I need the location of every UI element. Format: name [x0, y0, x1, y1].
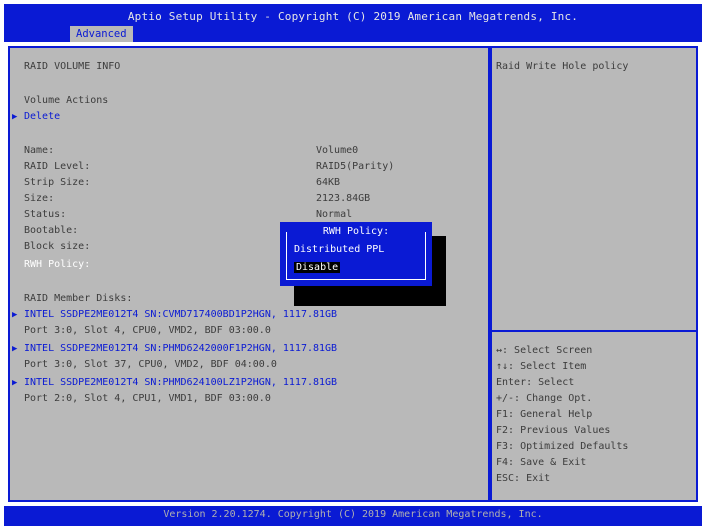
field-label-status: Status:: [24, 209, 67, 220]
key-hint: +/-: Change Opt.: [496, 393, 593, 404]
key-hint: ↑↓: Select Item: [496, 361, 587, 372]
title-bar: Aptio Setup Utility - Copyright (C) 2019…: [4, 4, 702, 42]
field-value-raid-level: RAID5(Parity): [316, 161, 395, 172]
field-value-status: Normal: [316, 209, 353, 220]
member-disk-location: Port 2:0, Slot 4, CPU1, VMD1, BDF 03:00.…: [24, 393, 271, 404]
key-hint: F3: Optimized Defaults: [496, 441, 629, 452]
key-hint: F1: General Help: [496, 409, 593, 420]
help-panel: Raid Write Hole policy ↔: Select Screen …: [490, 46, 698, 502]
popup-title: RWH Policy:: [282, 226, 430, 237]
submenu-arrow-icon: ▶: [12, 378, 18, 388]
member-disk-item[interactable]: INTEL SSDPE2ME012T4 SN:CVMD717400BD1P2HG…: [24, 308, 337, 322]
field-value-strip-size: 64KB: [316, 177, 341, 188]
field-label-strip-size: Strip Size:: [24, 177, 91, 188]
version-text: Version 2.20.1274. Copyright (C) 2019 Am…: [163, 509, 543, 520]
title-text: Aptio Setup Utility - Copyright (C) 2019…: [127, 10, 579, 23]
key-hint: ESC: Exit: [496, 473, 551, 484]
popup-title-text: RWH Policy:: [318, 226, 394, 237]
field-label-name: Name:: [24, 145, 55, 156]
key-hint: Enter: Select: [496, 377, 575, 388]
help-divider: [492, 330, 696, 332]
member-disk-item[interactable]: INTEL SSDPE2ME012T4 SN:PHMD624100LZ1P2HG…: [24, 376, 337, 390]
bios-screen: Aptio Setup Utility - Copyright (C) 2019…: [0, 0, 706, 528]
member-disk-item[interactable]: INTEL SSDPE2ME012T4 SN:PHMD6242000F1P2HG…: [24, 342, 337, 356]
key-hint: ↔: Select Screen: [496, 345, 593, 356]
field-value-size: 2123.84GB: [316, 193, 371, 204]
field-label-raid-level: RAID Level:: [24, 161, 91, 172]
field-label-size: Size:: [24, 193, 55, 204]
member-disks-label: RAID Member Disks:: [24, 293, 133, 304]
submenu-arrow-icon: ▶: [12, 112, 18, 122]
rwh-policy-popup: RWH Policy: Distributed PPL Disable: [280, 222, 432, 286]
field-label-bootable: Bootable:: [24, 225, 79, 236]
volume-actions-label: Volume Actions: [24, 95, 109, 106]
rwh-policy-option[interactable]: RWH Policy:: [24, 258, 90, 272]
key-hint: F2: Previous Values: [496, 425, 611, 436]
member-disk-location: Port 3:0, Slot 37, CPU0, VMD2, BDF 04:00…: [24, 359, 277, 370]
popup-option-disable[interactable]: Disable: [294, 262, 341, 273]
section-title: RAID VOLUME INFO: [24, 61, 121, 72]
delete-menu-item[interactable]: Delete: [24, 110, 60, 124]
key-hint: F4: Save & Exit: [496, 457, 587, 468]
status-bar: Version 2.20.1274. Copyright (C) 2019 Am…: [4, 506, 702, 526]
submenu-arrow-icon: ▶: [12, 344, 18, 354]
field-label-block-size: Block size:: [24, 241, 91, 252]
tab-advanced[interactable]: Advanced: [70, 26, 133, 42]
field-value-name: Volume0: [316, 145, 359, 156]
member-disk-location: Port 3:0, Slot 4, CPU0, VMD2, BDF 03:00.…: [24, 325, 271, 336]
popup-option-distributed-ppl[interactable]: Distributed PPL: [294, 244, 384, 255]
submenu-arrow-icon: ▶: [12, 310, 18, 320]
help-description: Raid Write Hole policy: [496, 61, 629, 72]
